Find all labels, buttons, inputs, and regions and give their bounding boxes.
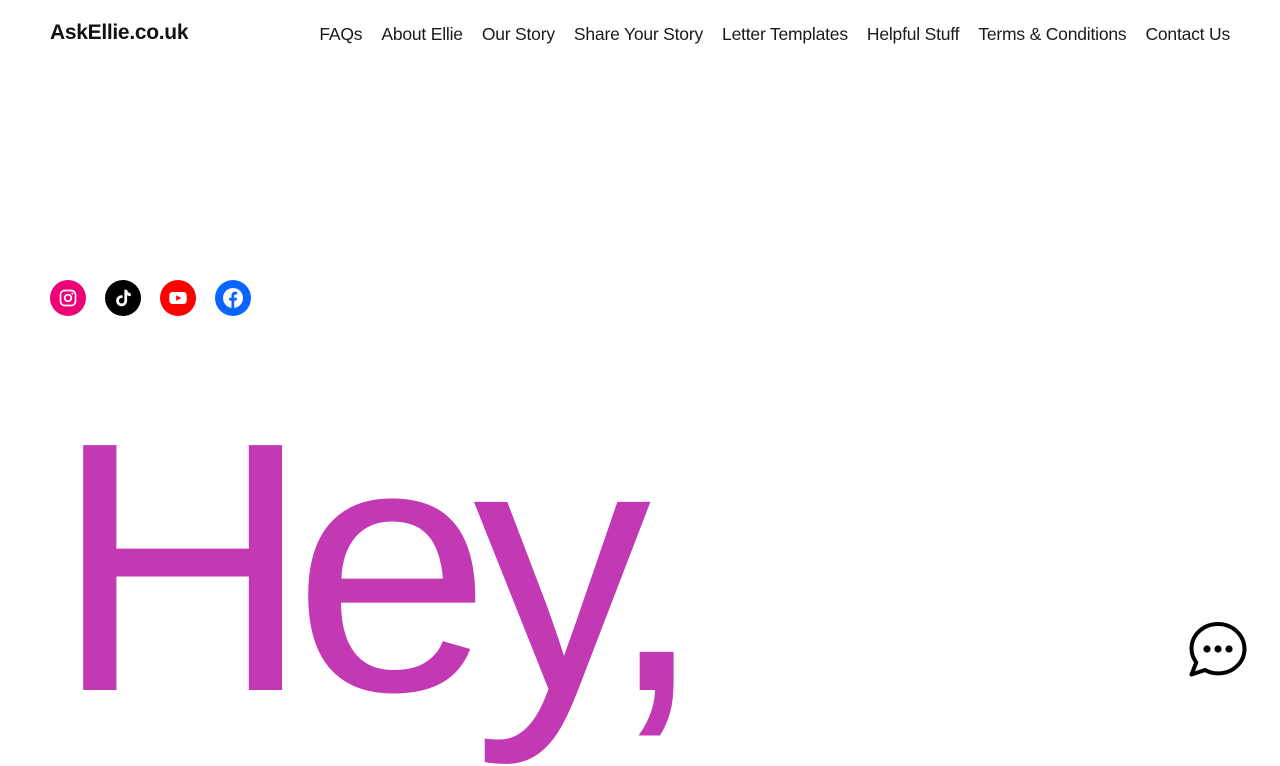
nav-item-contact-us[interactable]: Contact Us xyxy=(1145,24,1230,45)
nav-item-faqs[interactable]: FAQs xyxy=(319,24,362,45)
youtube-link[interactable] xyxy=(160,280,196,316)
facebook-link[interactable] xyxy=(215,280,251,316)
chat-button[interactable] xyxy=(1188,620,1248,680)
social-links xyxy=(50,280,251,316)
nav-item-letter-templates[interactable]: Letter Templates xyxy=(722,24,848,45)
nav-item-our-story[interactable]: Our Story xyxy=(482,24,555,45)
main-navigation: FAQs About Ellie Our Story Share Your St… xyxy=(319,24,1230,45)
hero-heading: Hey, xyxy=(54,369,706,766)
youtube-icon xyxy=(169,292,187,304)
instagram-link[interactable] xyxy=(50,280,86,316)
tiktok-icon xyxy=(116,289,131,307)
nav-item-terms-conditions[interactable]: Terms & Conditions xyxy=(978,24,1126,45)
instagram-icon xyxy=(59,289,77,307)
site-title-link[interactable]: AskEllie.co.uk xyxy=(50,21,189,45)
chat-bubble-icon xyxy=(1189,622,1247,677)
facebook-icon xyxy=(223,288,243,308)
nav-item-share-your-story[interactable]: Share Your Story xyxy=(574,24,703,45)
site-header: AskEllie.co.uk FAQs About Ellie Our Stor… xyxy=(0,0,1280,72)
tiktok-link[interactable] xyxy=(105,280,141,316)
nav-item-about-ellie[interactable]: About Ellie xyxy=(381,24,463,45)
nav-item-helpful-stuff[interactable]: Helpful Stuff xyxy=(867,24,960,45)
